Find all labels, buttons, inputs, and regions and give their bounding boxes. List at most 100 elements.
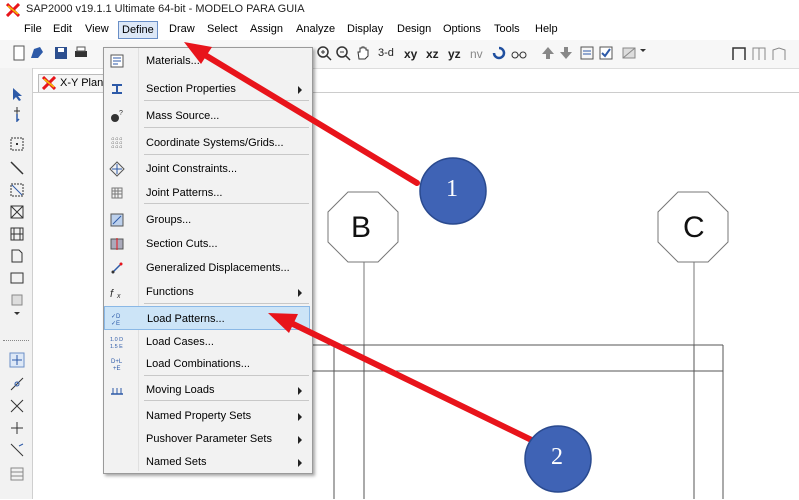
view-3d-button[interactable]: 3-d <box>378 47 394 59</box>
snap-grid-icon[interactable] <box>9 466 25 482</box>
menu-assign[interactable]: Assign <box>248 23 285 35</box>
draw-area-icon[interactable] <box>9 248 25 264</box>
menu-analyze[interactable]: Analyze <box>294 23 337 35</box>
save-icon[interactable] <box>52 44 70 62</box>
frame-3-icon[interactable] <box>770 44 788 62</box>
define-menu-item-pushover-parameter-sets[interactable]: Pushover Parameter Sets <box>104 427 310 451</box>
menu-draw[interactable]: Draw <box>167 23 197 35</box>
menu-separator <box>144 154 309 155</box>
define-menu-item-coordinate-systems-grids[interactable]: Coordinate Systems/Grids... <box>104 131 310 155</box>
define-menu-item-label: Mass Source... <box>146 110 220 122</box>
zoom-in-icon[interactable] <box>315 44 333 62</box>
draw-cable-icon[interactable] <box>9 182 25 198</box>
menu-design[interactable]: Design <box>395 23 433 35</box>
define-menu-item-joint-constraints[interactable]: Joint Constraints... <box>104 157 310 181</box>
snap-intersection-icon[interactable] <box>9 398 25 414</box>
svg-text:x: x <box>116 293 121 300</box>
pan-hand-icon[interactable] <box>354 44 372 62</box>
define-menu-item-label: Coordinate Systems/Grids... <box>146 137 284 149</box>
window-title: SAP2000 v19.1.1 Ultimate 64-bit - MODELO… <box>26 3 305 15</box>
svg-text:✓D: ✓D <box>111 314 121 320</box>
svg-text:D+L: D+L <box>111 359 123 365</box>
shading-icon[interactable] <box>620 44 638 62</box>
mass-source-icon: ? <box>111 110 123 122</box>
define-menu-item-functions[interactable]: f x Functions <box>104 280 310 304</box>
annotation-step-1: 1 <box>446 176 458 202</box>
frame-icon[interactable] <box>730 44 748 62</box>
view-yz-button[interactable]: yz <box>448 47 461 61</box>
svg-text:+E: +E <box>113 366 121 372</box>
draw-rectangle-icon[interactable] <box>9 270 25 286</box>
define-menu-item-label: Moving Loads <box>146 384 215 396</box>
perspective-icon[interactable] <box>510 44 528 62</box>
check-icon[interactable] <box>597 44 615 62</box>
view-nv-button[interactable]: nv <box>470 47 483 61</box>
joint-patterns-icon <box>111 187 123 199</box>
define-menu-item-load-combinations[interactable]: D+L +E Load Combinations... <box>104 352 310 376</box>
grid-bubble-c-label: C <box>683 211 705 244</box>
display-options-icon[interactable] <box>578 44 596 62</box>
draw-joint-icon[interactable] <box>9 136 25 152</box>
view-xy-button[interactable]: xy <box>404 47 417 61</box>
reshaper-icon[interactable] <box>9 106 25 122</box>
menu-tools[interactable]: Tools <box>492 23 522 35</box>
define-menu-item-label: Generalized Displacements... <box>146 262 290 274</box>
define-menu-item-named-property-sets[interactable]: Named Property Sets <box>104 404 310 428</box>
define-menu-item-label: Functions <box>146 286 194 298</box>
define-menu-item-moving-loads[interactable]: Moving Loads <box>104 378 310 402</box>
annotation-step-2: 2 <box>551 444 563 470</box>
svg-text:✓E: ✓E <box>111 321 120 327</box>
define-menu-item-label: Groups... <box>146 214 192 226</box>
define-menu-item-label: Joint Constraints... <box>146 163 238 175</box>
define-menu-item-materials[interactable]: Materials... <box>104 49 310 73</box>
menu-file[interactable]: File <box>22 23 44 35</box>
menu-view[interactable]: View <box>83 23 111 35</box>
snap-extension-icon[interactable] <box>9 442 25 458</box>
define-menu-item-load-cases[interactable]: 1.0 D 1.5 E Load Cases... <box>104 330 310 354</box>
tab-model-icon <box>42 76 56 90</box>
snap-perpendicular-icon[interactable] <box>9 420 25 436</box>
define-menu-item-named-sets[interactable]: Named Sets <box>104 450 310 474</box>
define-menu-item-label: Pushover Parameter Sets <box>146 433 272 445</box>
define-menu-item-section-properties[interactable]: Section Properties <box>104 77 310 101</box>
rotate-icon[interactable] <box>490 44 508 62</box>
define-menu-item-load-patterns[interactable]: ✓D ✓E Load Patterns... <box>104 306 310 330</box>
menu-help[interactable]: Help <box>533 23 560 35</box>
menu-separator <box>144 303 309 304</box>
view-xz-button[interactable]: xz <box>426 47 439 61</box>
draw-section-icon[interactable] <box>9 226 25 242</box>
more-tools-dropdown-icon[interactable] <box>14 312 20 315</box>
shading-dropdown-icon[interactable] <box>640 49 646 52</box>
menu-separator <box>144 203 309 204</box>
menu-select[interactable]: Select <box>205 23 240 35</box>
menu-display[interactable]: Display <box>345 23 385 35</box>
menu-separator <box>144 100 309 101</box>
pointer-icon[interactable] <box>9 86 25 102</box>
snap-joint-icon[interactable] <box>9 352 25 368</box>
move-down-icon[interactable] <box>557 44 575 62</box>
draw-solid-icon[interactable] <box>9 292 25 308</box>
define-menu-item-label: Load Patterns... <box>147 313 225 325</box>
submenu-arrow-icon <box>298 413 302 421</box>
new-model-icon[interactable] <box>10 44 28 62</box>
define-menu-item-mass-source[interactable]: ? Mass Source... <box>104 104 310 128</box>
menu-edit[interactable]: Edit <box>51 23 74 35</box>
define-menu-item-label: Named Property Sets <box>146 410 252 422</box>
draw-brace-icon[interactable] <box>9 204 25 220</box>
menu-options[interactable]: Options <box>441 23 483 35</box>
open-icon[interactable] <box>28 44 46 62</box>
define-menu-item-joint-patterns[interactable]: Joint Patterns... <box>104 181 310 205</box>
draw-frame-icon[interactable] <box>9 160 25 176</box>
print-icon[interactable] <box>72 44 90 62</box>
frame-2-icon[interactable] <box>750 44 768 62</box>
sap2000-app-icon <box>6 3 20 17</box>
svg-text:1.5 E: 1.5 E <box>110 344 123 350</box>
zoom-out-icon[interactable] <box>334 44 352 62</box>
define-menu-item-generalized-displacements[interactable]: Generalized Displacements... <box>104 256 310 280</box>
menu-define[interactable]: Define <box>118 21 158 39</box>
define-menu-item-groups[interactable]: Groups... <box>104 208 310 232</box>
define-menu-item-section-cuts[interactable]: Section Cuts... <box>104 232 310 256</box>
define-menu-item-label: Load Cases... <box>146 336 214 348</box>
snap-line-icon[interactable] <box>9 376 25 392</box>
move-up-icon[interactable] <box>539 44 557 62</box>
